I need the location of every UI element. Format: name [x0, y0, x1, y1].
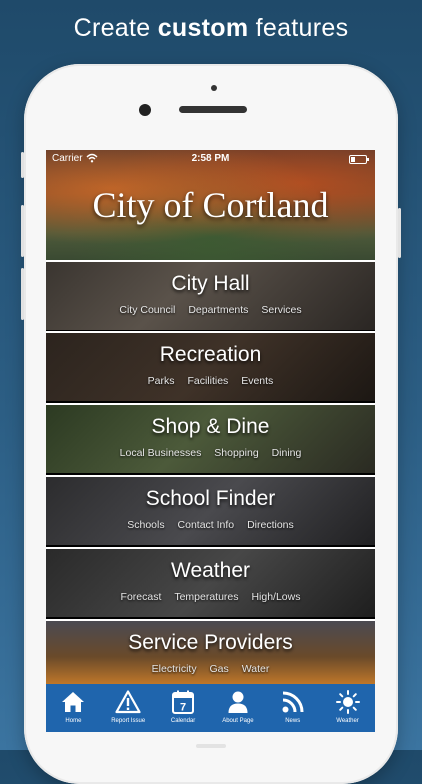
tile-subtitle: Gas — [209, 663, 229, 675]
front-sensor — [211, 85, 217, 91]
home-icon — [62, 692, 85, 712]
warning-icon — [115, 690, 141, 714]
tab-report-issue[interactable]: Report Issue — [101, 684, 156, 732]
tile-subtitle: High/Lows — [251, 591, 301, 603]
tab-calendar[interactable]: 7 Calendar — [156, 684, 211, 732]
tile-recreation[interactable]: Recreation Parks Facilities Events — [46, 331, 375, 401]
tile-subtitles: Local Businesses Shopping Dining — [46, 447, 375, 459]
tile-subtitle: Water — [241, 663, 270, 675]
side-button-volume-down — [21, 268, 24, 320]
tab-bar: Home Report Issue 7 Calendar About Page … — [46, 684, 375, 732]
headline-suffix: features — [248, 14, 349, 42]
tile-subtitle: Events — [241, 375, 274, 387]
tile-school-finder[interactable]: School Finder Schools Contact Info Direc… — [46, 475, 375, 545]
tile-subtitle: Directions — [247, 519, 294, 531]
headline-bold: custom — [157, 14, 249, 42]
tile-title: Weather — [171, 559, 250, 582]
tile-title: School Finder — [145, 487, 276, 510]
tile-subtitle: Temperatures — [174, 591, 239, 603]
tile-subtitle: Electricity — [151, 663, 197, 675]
tab-about-page[interactable]: About Page — [210, 684, 265, 732]
tile-shop-dine[interactable]: Shop & Dine Local Businesses Shopping Di… — [46, 403, 375, 473]
tile-title: Shop & Dine — [151, 415, 270, 438]
tile-subtitle: Forecast — [120, 591, 162, 603]
tab-weather[interactable]: Weather — [320, 684, 375, 732]
tile-subtitle: Schools — [127, 519, 165, 531]
app-screen: City of Cortland Carrier 2:58 PM City Ha… — [46, 150, 375, 732]
tile-subtitles: City Council Departments Services — [46, 304, 375, 316]
calendar-icon: 7 — [172, 690, 195, 714]
home-indicator — [196, 744, 226, 748]
tile-subtitles: Forecast Temperatures High/Lows — [46, 591, 375, 603]
tab-label: News — [285, 718, 301, 724]
tile-subtitle: City Council — [119, 304, 176, 316]
tab-label: About Page — [222, 718, 254, 724]
tab-label: Report Issue — [111, 718, 146, 724]
headline: Create custom features — [0, 14, 422, 43]
tile-subtitles: Parks Facilities Events — [46, 375, 375, 387]
tab-news[interactable]: News — [265, 684, 320, 732]
battery-icon — [349, 155, 369, 164]
status-bar: Carrier 2:58 PM — [46, 150, 375, 168]
tile-subtitle: Shopping — [214, 447, 259, 459]
tile-title: Service Providers — [128, 631, 293, 654]
tile-title: Recreation — [159, 343, 262, 366]
sun-icon — [335, 690, 360, 714]
calendar-day: 7 — [180, 702, 186, 714]
front-camera — [139, 104, 151, 116]
tab-label: Calendar — [170, 718, 196, 724]
tile-weather[interactable]: Weather Forecast Temperatures High/Lows — [46, 547, 375, 617]
tile-subtitle: Contact Info — [177, 519, 235, 531]
side-button-volume-up — [21, 205, 24, 257]
tile-subtitle: Facilities — [187, 375, 229, 387]
tile-subtitles: Electricity Gas Water — [46, 663, 375, 675]
tile-title: City Hall — [171, 272, 250, 295]
tile-subtitle: Parks — [147, 375, 175, 387]
tile-subtitle: Services — [261, 304, 302, 316]
tile-service-providers[interactable]: Service Providers Electricity Gas Water — [46, 619, 375, 686]
side-button-mute — [21, 152, 24, 178]
tile-subtitle: Dining — [271, 447, 302, 459]
tile-city-hall[interactable]: City Hall City Council Departments Servi… — [46, 260, 375, 330]
tab-home[interactable]: Home — [46, 684, 101, 732]
tab-label: Weather — [336, 718, 359, 724]
earpiece-speaker — [179, 106, 247, 113]
tile-subtitles: Schools Contact Info Directions — [46, 519, 375, 531]
rss-icon — [282, 691, 304, 713]
tab-label: Home — [65, 718, 82, 724]
tile-subtitle: Local Businesses — [119, 447, 202, 459]
status-time: 2:58 PM — [191, 153, 230, 164]
banner-title: City of Cortland — [92, 185, 329, 225]
side-button-power — [398, 208, 401, 258]
person-icon — [228, 691, 248, 713]
headline-prefix: Create — [73, 14, 158, 42]
tile-subtitle: Departments — [188, 304, 249, 316]
